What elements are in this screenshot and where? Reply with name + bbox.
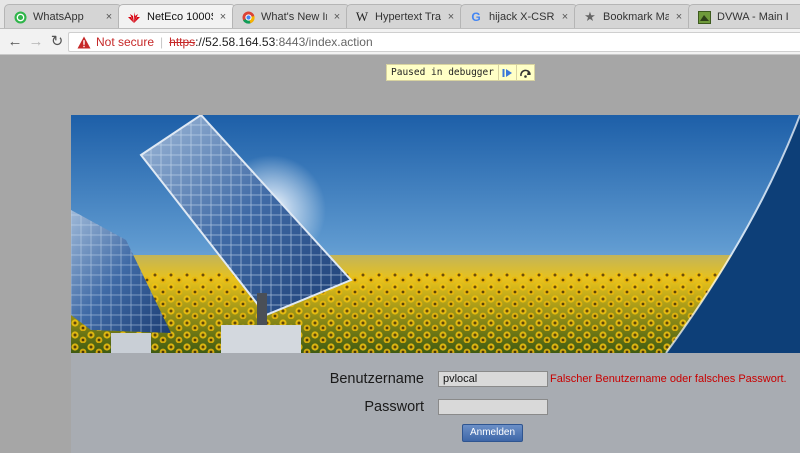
close-icon[interactable]: × xyxy=(673,11,685,23)
tab-whatsapp[interactable]: WhatsApp × xyxy=(4,4,122,28)
tab-label: hijack X-CSRF- xyxy=(489,11,555,23)
tab-strip: WhatsApp × NetEco 1000S × What's New In … xyxy=(0,0,800,29)
address-bar[interactable]: Not secure | https ://52.58.164.53 :8443… xyxy=(68,32,800,52)
back-arrow-icon[interactable]: ← xyxy=(6,33,24,51)
step-over-icon[interactable] xyxy=(515,65,534,80)
tab-label: WhatsApp xyxy=(33,11,84,23)
password-input[interactable] xyxy=(438,399,548,415)
tab-label: Bookmark Man xyxy=(603,11,669,23)
warning-icon[interactable] xyxy=(77,36,91,49)
tab-hijack[interactable]: G hijack X-CSRF- × xyxy=(460,4,578,28)
url-scheme: https xyxy=(169,35,196,49)
whatsapp-icon xyxy=(13,10,27,24)
username-input[interactable] xyxy=(438,371,548,387)
url-host: ://52.58.164.53 xyxy=(195,35,276,49)
login-form: Benutzername Falscher Benutzername oder … xyxy=(71,353,800,453)
error-message: Falscher Benutzername oder falsches Pass… xyxy=(550,373,787,385)
debugger-status-text: Paused in debugger xyxy=(391,67,494,78)
close-icon[interactable]: × xyxy=(103,11,115,23)
tab-hypertext[interactable]: W Hypertext Tran × xyxy=(346,4,464,28)
dvwa-icon xyxy=(697,10,711,24)
tab-label: Hypertext Tran xyxy=(375,11,441,23)
tab-neteco[interactable]: NetEco 1000S × xyxy=(118,4,236,28)
tab-bookmark[interactable]: ★ Bookmark Man × xyxy=(574,4,692,28)
password-label: Passwort xyxy=(364,399,424,415)
star-icon: ★ xyxy=(584,9,596,24)
login-button[interactable]: Anmelden xyxy=(462,424,523,442)
close-icon[interactable]: × xyxy=(331,11,343,23)
address-separator: | xyxy=(160,35,164,49)
tab-whats-new[interactable]: What's New In × xyxy=(232,4,350,28)
tab-dvwa[interactable]: DVWA - Main I xyxy=(688,4,800,28)
chrome-icon xyxy=(241,10,255,24)
google-icon: G xyxy=(471,10,481,24)
reload-icon[interactable]: ↻ xyxy=(48,33,66,51)
close-icon[interactable]: × xyxy=(445,11,457,23)
tab-label: What's New In xyxy=(261,11,327,23)
tab-label: DVWA - Main I xyxy=(717,11,789,23)
debugger-paused-overlay: Paused in debugger xyxy=(386,64,535,81)
wikipedia-icon: W xyxy=(355,9,369,24)
forward-arrow-icon[interactable]: → xyxy=(27,33,45,51)
solar-sunflower-banner xyxy=(71,115,800,353)
username-label: Benutzername xyxy=(329,371,424,387)
resume-icon[interactable] xyxy=(497,65,516,80)
navigation-bar: ← → ↻ Not secure | https ://52.58.164.53… xyxy=(0,29,800,55)
page-content: Paused in debugger Benutzername pvlocal … xyxy=(0,56,800,453)
security-status[interactable]: Not secure xyxy=(96,35,154,49)
huawei-icon xyxy=(127,10,141,24)
close-icon[interactable]: × xyxy=(217,11,229,23)
url-path: :8443/index.action xyxy=(275,35,373,49)
tab-label: NetEco 1000S xyxy=(147,11,213,23)
close-icon[interactable]: × xyxy=(559,11,571,23)
